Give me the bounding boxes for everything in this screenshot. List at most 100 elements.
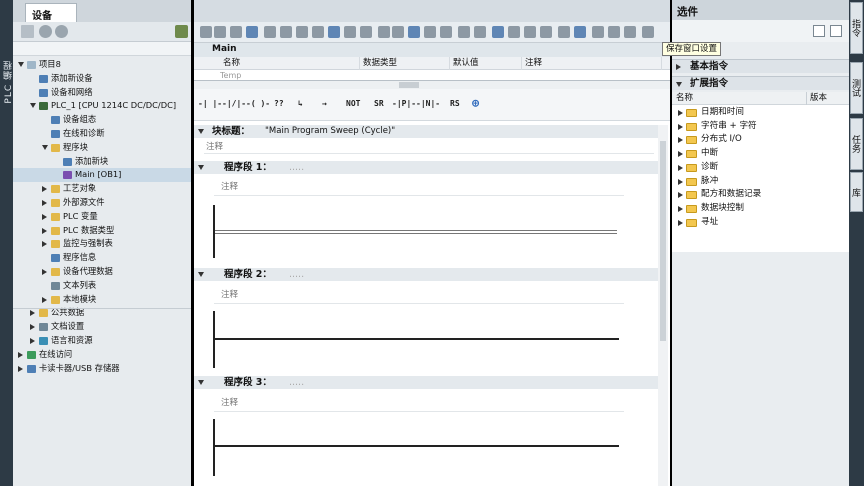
ext-instruction-item[interactable]: 脉冲 (672, 175, 849, 189)
ladder-symbol-button[interactable]: → (322, 99, 327, 108)
ext-instruction-item[interactable]: 日期和时间 (672, 106, 849, 120)
tree-item[interactable]: 在线和诊断 (13, 127, 191, 141)
scrollbar-thumb[interactable] (660, 141, 666, 341)
network-2-title[interactable]: ..... (289, 268, 304, 281)
tree-item[interactable]: 在线访问 (13, 348, 191, 362)
chevron-down-icon[interactable] (198, 272, 204, 277)
toolbar-button-icon[interactable] (408, 26, 420, 38)
tree-item[interactable]: 设备和网络 (13, 86, 191, 100)
toolbar-button-icon[interactable] (264, 26, 276, 38)
tree-item[interactable]: Main [OB1] (13, 168, 191, 183)
network-3-comment[interactable]: 注释 (221, 396, 238, 408)
ladder-symbol-button[interactable]: -|N|- (416, 99, 440, 108)
tab-tasks[interactable]: 任务 (850, 118, 863, 170)
back-icon[interactable] (39, 25, 52, 38)
tree-item[interactable]: 语言和资源 (13, 334, 191, 348)
toolbar-button-icon[interactable] (392, 26, 404, 38)
chevron-down-icon[interactable] (198, 165, 204, 170)
toolbar-button-icon[interactable] (624, 26, 636, 38)
chevron-right-icon[interactable] (676, 64, 681, 70)
ext-instruction-item[interactable]: 数据块控制 (672, 202, 849, 216)
col-name[interactable]: 名称 (220, 57, 360, 70)
chevron-right-icon[interactable] (678, 219, 683, 226)
toolbar-button-icon[interactable] (642, 26, 654, 38)
tree-item[interactable]: 项目8 (13, 58, 191, 72)
tree-item[interactable]: 程序块 (13, 141, 191, 155)
col-datatype[interactable]: 数据类型 (360, 57, 450, 70)
chevron-down-icon[interactable] (198, 129, 204, 134)
interface-row-temp[interactable]: Temp (220, 71, 241, 80)
toolbar-button-icon[interactable] (344, 26, 356, 38)
tree-item[interactable]: PLC 变量 (13, 210, 191, 224)
chevron-right-icon[interactable] (42, 296, 47, 303)
ext-instruction-item[interactable]: 分布式 I/O (672, 133, 849, 147)
chevron-down-icon[interactable] (676, 82, 682, 87)
toolbar-button-icon[interactable] (312, 26, 324, 38)
ladder-symbol-button[interactable]: -| |- (198, 99, 222, 108)
tree-item[interactable]: 监控与强制表 (13, 237, 191, 251)
toolbar-button-icon[interactable] (230, 26, 242, 38)
tree-item[interactable]: 设备组态 (13, 113, 191, 127)
grid-view-icon[interactable] (830, 25, 842, 37)
network-1-comment[interactable]: 注释 (221, 180, 238, 192)
toolbar-button-icon[interactable] (328, 26, 340, 38)
chevron-right-icon[interactable] (42, 227, 47, 234)
toolbar-button-icon[interactable] (458, 26, 470, 38)
tree-item[interactable]: 文档设置 (13, 320, 191, 334)
ladder-symbol-button[interactable]: SR (374, 99, 384, 108)
network-3-title[interactable]: ..... (289, 376, 304, 389)
toolbar-button-icon[interactable] (492, 26, 504, 38)
ladder-symbol-button[interactable]: -|P|- (392, 99, 416, 108)
list-view-icon[interactable] (813, 25, 825, 37)
toolbar-button-icon[interactable] (440, 26, 452, 38)
toolbar-button-icon[interactable] (214, 26, 226, 38)
ladder-symbol-button[interactable]: NOT (346, 99, 360, 108)
chevron-right-icon[interactable] (18, 351, 23, 358)
tree-item[interactable]: 添加新设备 (13, 72, 191, 86)
tree-item[interactable]: 工艺对象 (13, 182, 191, 196)
chevron-right-icon[interactable] (678, 110, 683, 116)
ladder-symbol-button[interactable]: -( )- (246, 99, 270, 108)
toolbar-button-icon[interactable] (280, 26, 292, 38)
tree-item[interactable]: 外部源文件 (13, 196, 191, 210)
toolbar-button-icon[interactable] (508, 26, 520, 38)
toolbar-button-icon[interactable] (360, 26, 372, 38)
chevron-right-icon[interactable] (678, 164, 683, 171)
ext-instruction-item[interactable]: 字符串 + 字符 (672, 120, 849, 134)
tree-item[interactable]: PLC 数据类型 (13, 224, 191, 238)
device-view-icon[interactable] (175, 25, 188, 38)
tab-libraries[interactable]: 库 (850, 172, 863, 212)
ext-instruction-item[interactable]: 寻址 (672, 216, 849, 230)
col-default[interactable]: 默认值 (450, 57, 522, 70)
new-icon[interactable] (21, 25, 34, 38)
chevron-right-icon[interactable] (30, 338, 35, 344)
tree-item[interactable]: 添加新块 (13, 155, 191, 169)
chevron-right-icon[interactable] (42, 213, 47, 220)
network-1-wire[interactable] (215, 230, 617, 234)
block-comment[interactable]: 注释 (206, 140, 223, 152)
chevron-down-icon[interactable] (198, 380, 204, 385)
toolbar-button-icon[interactable] (608, 26, 620, 38)
ladder-symbol-button[interactable]: ⊕ (472, 96, 479, 110)
tree-item[interactable]: 文本列表 (13, 279, 191, 293)
network-2-comment[interactable]: 注释 (221, 288, 238, 300)
tab-testing[interactable]: 测试 (850, 62, 863, 114)
ext-instruction-item[interactable]: 诊断 (672, 161, 849, 175)
toolbar-button-icon[interactable] (574, 26, 586, 38)
ext-instruction-item[interactable]: 配方和数据记录 (672, 188, 849, 202)
ladder-symbol-button[interactable]: RS (450, 99, 460, 108)
ext-instruction-item[interactable]: 中断 (672, 147, 849, 161)
chevron-right-icon[interactable] (678, 151, 683, 158)
ladder-symbol-button[interactable]: ?? (274, 99, 284, 108)
tab-devices[interactable]: 设备 (25, 3, 77, 22)
section-basic-instructions[interactable]: 基本指令 (672, 59, 849, 73)
tree-item[interactable]: 卡读卡器/USB 存储器 (13, 362, 191, 376)
toolbar-button-icon[interactable] (424, 26, 436, 38)
interface-splitter[interactable] (194, 81, 670, 89)
chevron-right-icon[interactable] (678, 192, 683, 199)
toolbar-button-icon[interactable] (524, 26, 536, 38)
ext-col-name[interactable]: 名称 (676, 92, 693, 105)
ladder-symbol-button[interactable]: -|/|- (222, 99, 246, 108)
tree-item[interactable]: 程序信息 (13, 251, 191, 265)
chevron-down-icon[interactable] (42, 144, 48, 150)
